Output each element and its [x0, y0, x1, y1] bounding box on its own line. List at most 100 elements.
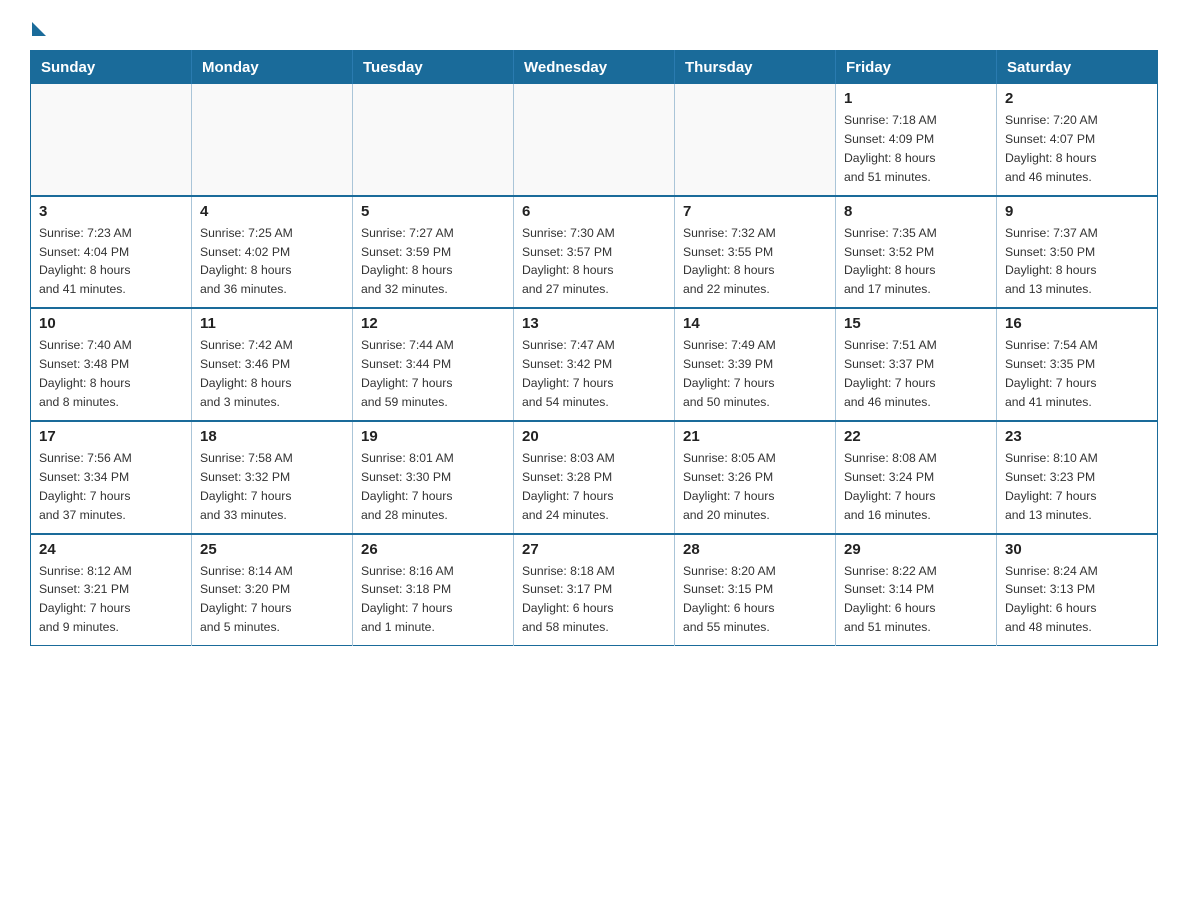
calendar-cell: 25 Sunrise: 8:14 AMSunset: 3:20 PMDayligh… — [192, 534, 353, 646]
day-number: 17 — [39, 428, 183, 445]
day-number: 1 — [844, 90, 988, 107]
weekday-header-wednesday: Wednesday — [514, 51, 675, 85]
calendar-cell: 1 Sunrise: 7:18 AMSunset: 4:09 PMDaylight… — [836, 84, 997, 196]
day-info: Sunrise: 8:05 AMSunset: 3:26 PMDaylight:… — [683, 449, 827, 525]
day-info: Sunrise: 7:20 AMSunset: 4:07 PMDaylight:… — [1005, 111, 1149, 187]
day-info: Sunrise: 7:30 AMSunset: 3:57 PMDaylight:… — [522, 224, 666, 300]
calendar-cell: 22 Sunrise: 8:08 AMSunset: 3:24 PMDayligh… — [836, 421, 997, 534]
day-info: Sunrise: 8:18 AMSunset: 3:17 PMDaylight:… — [522, 562, 666, 638]
day-number: 27 — [522, 541, 666, 558]
calendar-cell: 16 Sunrise: 7:54 AMSunset: 3:35 PMDayligh… — [997, 308, 1158, 421]
calendar-header-row: SundayMondayTuesdayWednesdayThursdayFrid… — [31, 51, 1158, 85]
calendar-cell: 24 Sunrise: 8:12 AMSunset: 3:21 PMDayligh… — [31, 534, 192, 646]
weekday-header-tuesday: Tuesday — [353, 51, 514, 85]
weekday-header-friday: Friday — [836, 51, 997, 85]
day-number: 4 — [200, 203, 344, 220]
day-info: Sunrise: 7:35 AMSunset: 3:52 PMDaylight:… — [844, 224, 988, 300]
day-info: Sunrise: 8:14 AMSunset: 3:20 PMDaylight:… — [200, 562, 344, 638]
day-number: 19 — [361, 428, 505, 445]
calendar-cell: 13 Sunrise: 7:47 AMSunset: 3:42 PMDayligh… — [514, 308, 675, 421]
day-number: 20 — [522, 428, 666, 445]
calendar-cell: 12 Sunrise: 7:44 AMSunset: 3:44 PMDayligh… — [353, 308, 514, 421]
day-info: Sunrise: 7:42 AMSunset: 3:46 PMDaylight:… — [200, 336, 344, 412]
day-info: Sunrise: 7:49 AMSunset: 3:39 PMDaylight:… — [683, 336, 827, 412]
calendar-cell: 15 Sunrise: 7:51 AMSunset: 3:37 PMDayligh… — [836, 308, 997, 421]
weekday-header-monday: Monday — [192, 51, 353, 85]
calendar-table: SundayMondayTuesdayWednesdayThursdayFrid… — [30, 50, 1158, 646]
day-info: Sunrise: 7:51 AMSunset: 3:37 PMDaylight:… — [844, 336, 988, 412]
calendar-cell — [675, 84, 836, 196]
day-info: Sunrise: 8:16 AMSunset: 3:18 PMDaylight:… — [361, 562, 505, 638]
calendar-cell: 7 Sunrise: 7:32 AMSunset: 3:55 PMDaylight… — [675, 196, 836, 309]
day-number: 16 — [1005, 315, 1149, 332]
day-number: 10 — [39, 315, 183, 332]
calendar-cell: 28Sunrise: 8:20 AMSunset: 3:15 PMDayligh… — [675, 534, 836, 646]
day-info: Sunrise: 7:32 AMSunset: 3:55 PMDaylight:… — [683, 224, 827, 300]
calendar-cell — [31, 84, 192, 196]
day-number: 29 — [844, 541, 988, 558]
calendar-cell: 27 Sunrise: 8:18 AMSunset: 3:17 PMDayligh… — [514, 534, 675, 646]
day-number: 24 — [39, 541, 183, 558]
weekday-header-thursday: Thursday — [675, 51, 836, 85]
logo — [30, 20, 48, 32]
day-number: 26 — [361, 541, 505, 558]
calendar-cell: 29 Sunrise: 8:22 AMSunset: 3:14 PMDayligh… — [836, 534, 997, 646]
day-info: Sunrise: 7:40 AMSunset: 3:48 PMDaylight:… — [39, 336, 183, 412]
day-number: 2 — [1005, 90, 1149, 107]
day-info: Sunrise: 7:18 AMSunset: 4:09 PMDaylight:… — [844, 111, 988, 187]
day-number: 3 — [39, 203, 183, 220]
calendar-cell: 14 Sunrise: 7:49 AMSunset: 3:39 PMDayligh… — [675, 308, 836, 421]
day-info: Sunrise: 8:08 AMSunset: 3:24 PMDaylight:… — [844, 449, 988, 525]
calendar-cell: 4Sunrise: 7:25 AMSunset: 4:02 PMDaylight… — [192, 196, 353, 309]
calendar-cell: 6 Sunrise: 7:30 AMSunset: 3:57 PMDaylight… — [514, 196, 675, 309]
day-number: 28 — [683, 541, 827, 558]
weekday-header-sunday: Sunday — [31, 51, 192, 85]
day-number: 14 — [683, 315, 827, 332]
calendar-cell: 20 Sunrise: 8:03 AMSunset: 3:28 PMDayligh… — [514, 421, 675, 534]
day-info: Sunrise: 8:22 AMSunset: 3:14 PMDaylight:… — [844, 562, 988, 638]
logo-triangle-icon — [32, 22, 46, 36]
calendar-cell — [353, 84, 514, 196]
calendar-week-row: 1 Sunrise: 7:18 AMSunset: 4:09 PMDaylight… — [31, 84, 1158, 196]
calendar-cell: 23Sunrise: 8:10 AMSunset: 3:23 PMDayligh… — [997, 421, 1158, 534]
day-number: 21 — [683, 428, 827, 445]
calendar-week-row: 3 Sunrise: 7:23 AMSunset: 4:04 PMDaylight… — [31, 196, 1158, 309]
day-number: 6 — [522, 203, 666, 220]
calendar-cell: 2 Sunrise: 7:20 AMSunset: 4:07 PMDaylight… — [997, 84, 1158, 196]
calendar-cell: 5 Sunrise: 7:27 AMSunset: 3:59 PMDaylight… — [353, 196, 514, 309]
calendar-cell: 18 Sunrise: 7:58 AMSunset: 3:32 PMDayligh… — [192, 421, 353, 534]
calendar-cell: 9 Sunrise: 7:37 AMSunset: 3:50 PMDaylight… — [997, 196, 1158, 309]
calendar-cell: 17 Sunrise: 7:56 AMSunset: 3:34 PMDayligh… — [31, 421, 192, 534]
day-number: 13 — [522, 315, 666, 332]
day-info: Sunrise: 7:44 AMSunset: 3:44 PMDaylight:… — [361, 336, 505, 412]
day-number: 30 — [1005, 541, 1149, 558]
calendar-week-row: 24 Sunrise: 8:12 AMSunset: 3:21 PMDayligh… — [31, 534, 1158, 646]
calendar-cell — [192, 84, 353, 196]
calendar-cell: 30Sunrise: 8:24 AMSunset: 3:13 PMDayligh… — [997, 534, 1158, 646]
day-number: 18 — [200, 428, 344, 445]
day-number: 11 — [200, 315, 344, 332]
day-number: 7 — [683, 203, 827, 220]
day-info: Sunrise: 7:37 AMSunset: 3:50 PMDaylight:… — [1005, 224, 1149, 300]
calendar-cell: 8 Sunrise: 7:35 AMSunset: 3:52 PMDaylight… — [836, 196, 997, 309]
day-info: Sunrise: 8:12 AMSunset: 3:21 PMDaylight:… — [39, 562, 183, 638]
day-number: 25 — [200, 541, 344, 558]
weekday-header-saturday: Saturday — [997, 51, 1158, 85]
day-info: Sunrise: 7:56 AMSunset: 3:34 PMDaylight:… — [39, 449, 183, 525]
calendar-cell: 26 Sunrise: 8:16 AMSunset: 3:18 PMDayligh… — [353, 534, 514, 646]
day-number: 5 — [361, 203, 505, 220]
day-info: Sunrise: 7:27 AMSunset: 3:59 PMDaylight:… — [361, 224, 505, 300]
calendar-cell: 3 Sunrise: 7:23 AMSunset: 4:04 PMDaylight… — [31, 196, 192, 309]
calendar-week-row: 17 Sunrise: 7:56 AMSunset: 3:34 PMDayligh… — [31, 421, 1158, 534]
day-number: 12 — [361, 315, 505, 332]
day-info: Sunrise: 7:23 AMSunset: 4:04 PMDaylight:… — [39, 224, 183, 300]
day-number: 22 — [844, 428, 988, 445]
day-info: Sunrise: 7:54 AMSunset: 3:35 PMDaylight:… — [1005, 336, 1149, 412]
day-info: Sunrise: 8:03 AMSunset: 3:28 PMDaylight:… — [522, 449, 666, 525]
day-info: Sunrise: 7:47 AMSunset: 3:42 PMDaylight:… — [522, 336, 666, 412]
day-number: 8 — [844, 203, 988, 220]
day-info: Sunrise: 8:10 AMSunset: 3:23 PMDaylight:… — [1005, 449, 1149, 525]
day-number: 9 — [1005, 203, 1149, 220]
day-info: Sunrise: 7:58 AMSunset: 3:32 PMDaylight:… — [200, 449, 344, 525]
day-number: 15 — [844, 315, 988, 332]
